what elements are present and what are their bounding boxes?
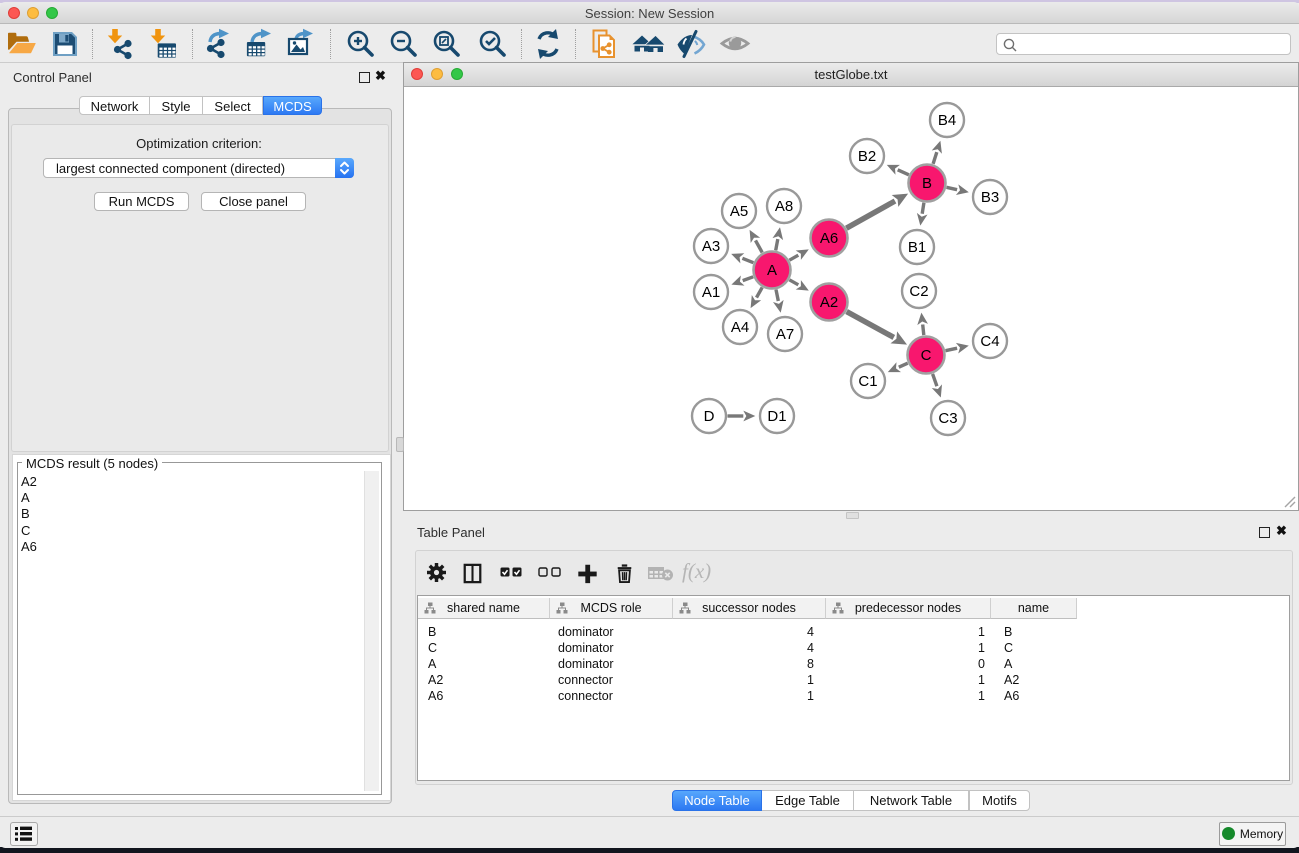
- svg-text:B2: B2: [858, 148, 876, 165]
- svg-text:A3: A3: [702, 238, 720, 255]
- svg-text:B1: B1: [908, 239, 926, 256]
- svg-text:A5: A5: [730, 203, 748, 220]
- svg-text:C: C: [921, 347, 932, 364]
- svg-text:A4: A4: [731, 319, 749, 336]
- svg-text:C2: C2: [909, 283, 928, 300]
- svg-text:C3: C3: [938, 410, 957, 427]
- svg-text:B4: B4: [938, 112, 956, 129]
- svg-text:A2: A2: [820, 294, 838, 311]
- svg-text:B3: B3: [981, 189, 999, 206]
- svg-text:D: D: [704, 408, 715, 425]
- svg-text:A8: A8: [775, 198, 793, 215]
- svg-text:A1: A1: [702, 284, 720, 301]
- svg-text:A6: A6: [820, 230, 838, 247]
- svg-text:C1: C1: [858, 373, 877, 390]
- svg-text:C4: C4: [980, 333, 999, 350]
- svg-text:A7: A7: [776, 326, 794, 343]
- svg-text:D1: D1: [767, 408, 786, 425]
- svg-text:B: B: [922, 175, 932, 192]
- svg-text:A: A: [767, 262, 777, 279]
